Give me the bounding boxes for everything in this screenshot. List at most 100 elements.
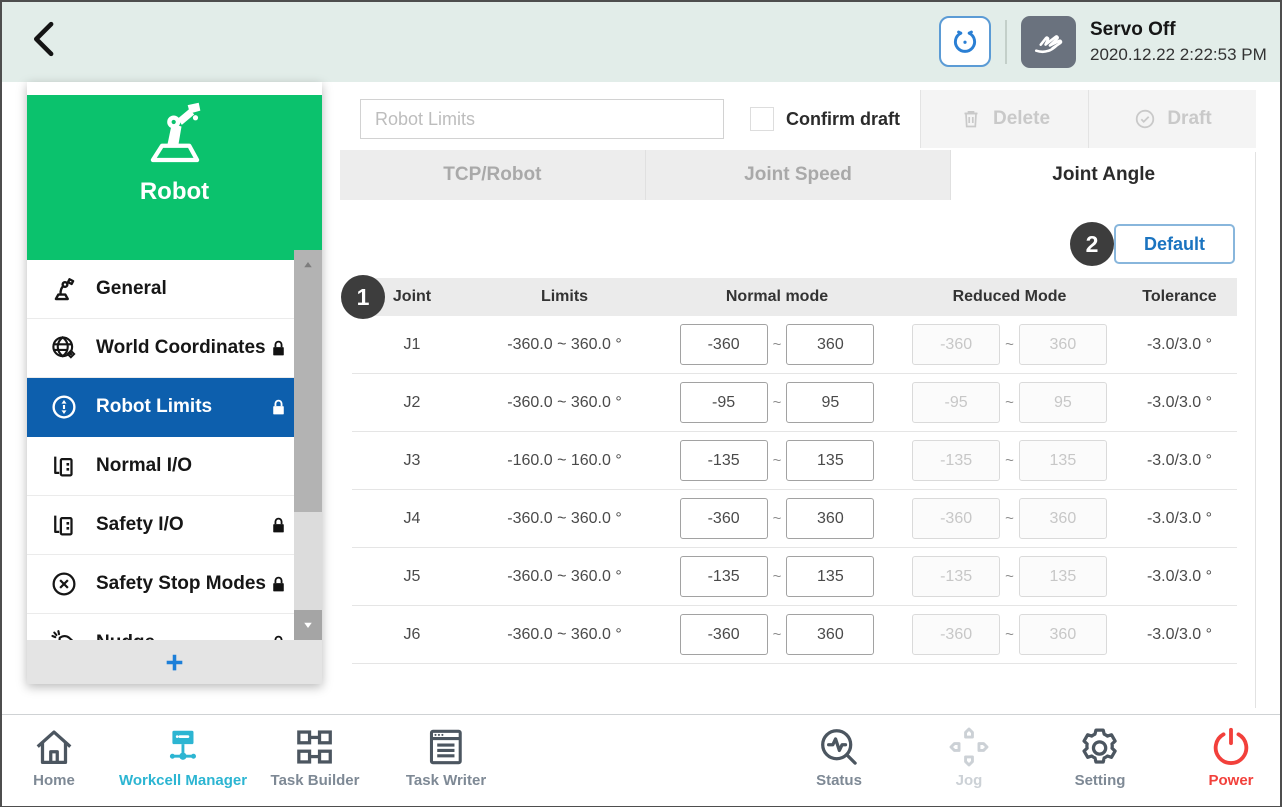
sidebar-title: Robot <box>27 178 322 206</box>
normal-min-input[interactable] <box>680 382 768 423</box>
tolerance-cell: -3.0/3.0 ° <box>1122 568 1237 586</box>
normal-max-input[interactable] <box>786 324 874 365</box>
joint-cell: J4 <box>352 510 472 528</box>
trash-icon <box>959 107 983 131</box>
table-header-cell: Reduced Mode <box>897 288 1122 306</box>
default-button[interactable]: Default <box>1114 224 1235 264</box>
range-tilde: ~ <box>1005 626 1014 643</box>
add-workcell-item-button[interactable] <box>27 640 322 684</box>
tolerance-cell: -3.0/3.0 ° <box>1122 510 1237 528</box>
tab[interactable]: Joint Speed <box>646 150 952 200</box>
normal-min-input[interactable] <box>680 440 768 481</box>
bottom-nav-item[interactable]: Status <box>816 724 862 789</box>
limits-cell: -360.0 ~ 360.0 ° <box>472 568 657 586</box>
bottom-nav-item[interactable]: Jog <box>946 724 992 789</box>
sidebar-item[interactable]: Safety I/O <box>27 496 322 555</box>
normal-mode-cell: ~ <box>657 614 897 655</box>
limits-cell: -160.0 ~ 160.0 ° <box>472 452 657 470</box>
reduced-min-input <box>912 440 1000 481</box>
scroll-up-button[interactable] <box>294 250 322 280</box>
normal-max-input[interactable] <box>786 382 874 423</box>
normal-min-input[interactable] <box>680 324 768 365</box>
bottom-nav-label: Status <box>816 772 862 789</box>
reduced-min-input <box>912 498 1000 539</box>
manual-mode-button[interactable] <box>1021 16 1076 68</box>
servo-status: Servo Off <box>1090 19 1176 41</box>
reduced-mode-cell: ~ <box>897 614 1122 655</box>
bottom-nav-item[interactable]: Setting <box>1075 724 1126 789</box>
bottom-nav-icon <box>423 724 469 770</box>
item-name-input[interactable] <box>360 99 724 139</box>
tolerance-cell: -3.0/3.0 ° <box>1122 452 1237 470</box>
normal-mode-cell: ~ <box>657 324 897 365</box>
reduced-max-input <box>1019 382 1107 423</box>
delete-button[interactable]: Delete <box>920 90 1088 148</box>
normal-max-input[interactable] <box>786 440 874 481</box>
confirm-draft-checkbox[interactable] <box>750 107 774 131</box>
limits-cell: -360.0 ~ 360.0 ° <box>472 510 657 528</box>
reduced-mode-cell: ~ <box>897 556 1122 597</box>
sidebar-item[interactable]: World Coordinates <box>27 319 322 378</box>
normal-max-input[interactable] <box>786 614 874 655</box>
sidebar-item-label: General <box>96 278 167 300</box>
table-header-cell: Limits <box>472 288 657 306</box>
normal-mode-cell: ~ <box>657 440 897 481</box>
draft-button[interactable]: Draft <box>1088 90 1256 148</box>
bottom-nav-item[interactable]: Workcell Manager <box>119 724 247 789</box>
table-row: J6 -360.0 ~ 360.0 ° ~ ~ -3.0/3.0 ° <box>352 606 1237 664</box>
bottom-nav-icon <box>160 724 206 770</box>
tab[interactable]: Joint Angle <box>951 150 1256 200</box>
tolerance-cell: -3.0/3.0 ° <box>1122 336 1237 354</box>
sidebar-item-icon <box>49 569 79 599</box>
sidebar-item-label: Normal I/O <box>96 455 192 477</box>
scrollbar-thumb[interactable] <box>294 280 322 512</box>
bottom-nav-label: Home <box>31 772 77 789</box>
sidebar-item-label: Safety I/O <box>96 514 184 536</box>
lock-icon <box>267 337 290 360</box>
normal-mode-cell: ~ <box>657 556 897 597</box>
normal-min-input[interactable] <box>680 614 768 655</box>
delete-button-label: Delete <box>993 108 1050 130</box>
normal-mode-cell: ~ <box>657 382 897 423</box>
bottom-nav-icon <box>292 724 338 770</box>
bottom-nav-item[interactable]: Power <box>1208 724 1254 789</box>
normal-min-input[interactable] <box>680 498 768 539</box>
annotation-badge-2: 2 <box>1070 222 1114 266</box>
status-timestamp: 2020.12.22 2:22:53 PM <box>1090 45 1267 65</box>
tab[interactable]: TCP/Robot <box>340 150 646 200</box>
joint-cell: J6 <box>352 626 472 644</box>
gripper-mode-button[interactable] <box>939 16 991 67</box>
bottom-nav-item[interactable]: Task Writer <box>406 724 486 789</box>
joint-angle-table: Joint Limits Normal mode Reduced Mode To… <box>352 278 1237 664</box>
normal-max-input[interactable] <box>786 556 874 597</box>
joint-cell: J2 <box>352 394 472 412</box>
sidebar-item[interactable]: Normal I/O <box>27 437 322 496</box>
sidebar-item[interactable]: Robot Limits <box>27 378 322 437</box>
sidebar-robot-header[interactable]: Robot <box>27 95 322 260</box>
bottom-nav-item[interactable]: Home <box>31 724 77 789</box>
normal-min-input[interactable] <box>680 556 768 597</box>
table-row: J5 -360.0 ~ 360.0 ° ~ ~ -3.0/3.0 ° <box>352 548 1237 606</box>
sidebar-item[interactable]: Safety Stop Modes <box>27 555 322 614</box>
range-tilde: ~ <box>1005 568 1014 585</box>
bottom-nav-label: Task Writer <box>406 772 486 789</box>
joint-cell: J1 <box>352 336 472 354</box>
scroll-down-button[interactable] <box>294 610 322 640</box>
sidebar-item-icon <box>49 392 79 422</box>
scroll-down-icon <box>299 616 317 634</box>
topbar-divider <box>1005 20 1007 64</box>
joint-cell: J5 <box>352 568 472 586</box>
sidebar-scrollbar[interactable] <box>294 250 322 640</box>
sidebar-item-icon <box>49 510 79 540</box>
bottom-nav-label: Task Builder <box>271 772 360 789</box>
bottom-nav-item[interactable]: Task Builder <box>271 724 360 789</box>
annotation-badge-1: 1 <box>341 275 385 319</box>
back-button[interactable] <box>24 18 72 66</box>
sidebar-item[interactable]: General <box>27 260 322 319</box>
normal-max-input[interactable] <box>786 498 874 539</box>
workcell-sidebar: Robot General World Coordinates Robot Li… <box>27 82 322 684</box>
tab-label: Joint Speed <box>744 164 852 186</box>
bottom-nav-label: Jog <box>946 772 992 789</box>
sidebar-item-icon <box>49 333 79 363</box>
table-row: J1 -360.0 ~ 360.0 ° ~ ~ -3.0/3.0 ° <box>352 316 1237 374</box>
